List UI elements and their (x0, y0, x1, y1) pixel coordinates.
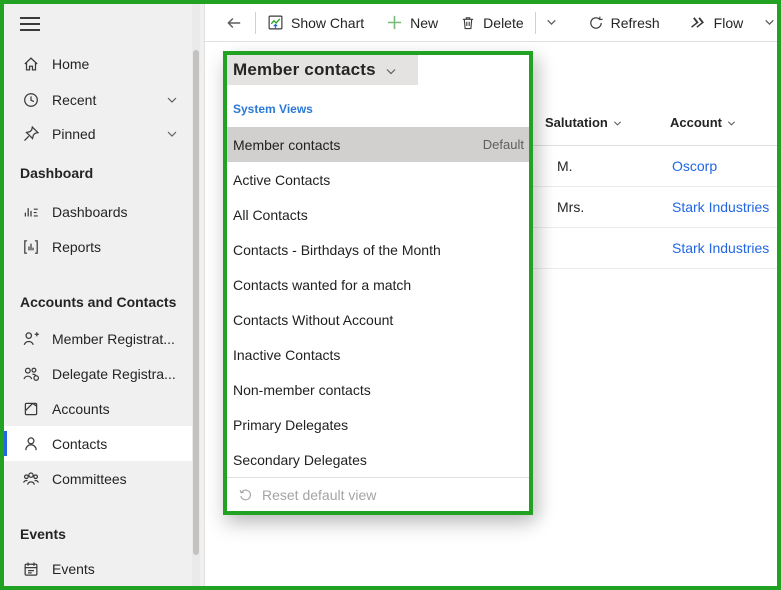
refresh-icon (588, 15, 604, 31)
flow-label: Flow (713, 14, 744, 31)
view-option-non-member[interactable]: Non-member contacts (227, 372, 529, 407)
flow-button[interactable]: Flow (679, 8, 755, 38)
column-chevron-icon (727, 119, 736, 128)
view-group-label: System Views (233, 102, 313, 116)
sidebar-section-dashboard: Dashboard (20, 165, 94, 181)
account-link[interactable]: Stark Industries (672, 240, 769, 256)
sidebar-item-label: Home (52, 55, 90, 72)
view-option-birthdays[interactable]: Contacts - Birthdays of the Month (227, 232, 529, 267)
view-option-active-contacts[interactable]: Active Contacts (227, 162, 529, 197)
view-selector-button[interactable]: Member contacts (227, 55, 418, 85)
chevron-down-icon[interactable] (166, 128, 178, 140)
view-selector-flyout: Member contacts System Views Member cont… (223, 51, 533, 515)
sidebar-item-events[interactable]: Events (4, 551, 194, 586)
view-list: System Views Member contacts Default Act… (227, 85, 529, 511)
view-chevron-icon (385, 66, 397, 78)
sidebar-item-label: Pinned (52, 125, 96, 142)
default-badge: Default (482, 137, 524, 152)
new-label: New (410, 14, 439, 31)
sidebar-item-recent[interactable]: Recent (4, 82, 194, 117)
salutation-cell: M. (557, 158, 573, 174)
flow-chevron-icon[interactable] (754, 16, 777, 29)
sidebar-item-label: Reports (52, 238, 102, 255)
trash-icon (460, 15, 476, 31)
person-add-icon (22, 330, 40, 348)
show-chart-button[interactable]: Show Chart (256, 8, 375, 38)
view-option-secondary-delegates[interactable]: Secondary Delegates (227, 442, 529, 477)
sidebar-item-label: Contacts (52, 435, 108, 452)
refresh-label: Refresh (610, 14, 660, 31)
plus-icon (386, 14, 403, 31)
back-button[interactable] (213, 8, 255, 38)
account-link[interactable]: Oscorp (672, 158, 717, 174)
sidebar-item-committees[interactable]: Committees (4, 461, 194, 496)
hamburger-menu-icon[interactable] (20, 17, 40, 33)
undo-icon (238, 487, 253, 502)
column-chevron-icon (613, 119, 622, 128)
sidebar-item-reports[interactable]: Reports (4, 229, 194, 264)
back-arrow-icon (225, 14, 243, 32)
table-row[interactable]: M. Oscorp (530, 146, 777, 187)
command-bar: Show Chart New Delete Refresh Flow (205, 4, 777, 42)
show-chart-icon (267, 14, 284, 31)
pin-icon (22, 125, 40, 143)
sidebar-item-home[interactable]: Home (4, 46, 194, 81)
sidebar-item-pinned[interactable]: Pinned (4, 116, 194, 151)
sidebar-item-delegate-registrations[interactable]: Delegate Registra... (4, 356, 194, 391)
sidebar-section-events: Events (20, 526, 66, 542)
sidebar-item-member-registrations[interactable]: Member Registrat... (4, 321, 194, 356)
dashboard-icon (22, 203, 40, 221)
accounts-icon (22, 400, 40, 418)
show-chart-label: Show Chart (291, 14, 365, 31)
view-option-wanted-match[interactable]: Contacts wanted for a match (227, 267, 529, 302)
people-icon (22, 470, 40, 488)
grid-header-row: Salutation Account (530, 100, 777, 146)
reset-default-view-label: Reset default view (262, 486, 377, 503)
sidebar-section-accounts-contacts: Accounts and Contacts (20, 294, 177, 310)
account-link[interactable]: Stark Industries (672, 199, 769, 215)
sidebar-item-accounts[interactable]: Accounts (4, 391, 194, 426)
table-row[interactable]: Mrs. Stark Industries (530, 187, 777, 228)
sidebar-item-label: Events (52, 560, 95, 577)
column-header-salutation[interactable]: Salutation (530, 115, 670, 130)
flow-icon (690, 14, 707, 31)
salutation-cell: Mrs. (557, 199, 585, 215)
sidebar-item-label: Recent (52, 91, 97, 108)
new-button[interactable]: New (375, 8, 449, 38)
report-icon (22, 238, 40, 256)
table-row[interactable]: Stark Industries (530, 228, 777, 269)
clock-icon (22, 91, 40, 109)
sidebar-item-label: Delegate Registra... (52, 365, 176, 382)
overflow-chevron-icon[interactable] (536, 16, 567, 29)
view-option-without-account[interactable]: Contacts Without Account (227, 302, 529, 337)
view-option-primary-delegates[interactable]: Primary Delegates (227, 407, 529, 442)
delete-label: Delete (483, 14, 524, 31)
sidebar-scrollbar-thumb[interactable] (193, 50, 199, 555)
view-option-member-contacts[interactable]: Member contacts Default (227, 127, 529, 162)
contacts-grid: Salutation Account M. Oscorp Mrs. Stark … (530, 43, 777, 586)
current-view-title: Member contacts (233, 60, 376, 79)
app-window: Home Recent Pinned Dashboard Dashboards … (0, 0, 781, 590)
people-settings-icon (22, 365, 40, 383)
view-option-all-contacts[interactable]: All Contacts (227, 197, 529, 232)
person-icon (22, 435, 40, 453)
sidebar-item-label: Committees (52, 470, 127, 487)
reset-default-view[interactable]: Reset default view (227, 477, 529, 511)
refresh-button[interactable]: Refresh (577, 8, 671, 38)
view-option-inactive-contacts[interactable]: Inactive Contacts (227, 337, 529, 372)
sidebar-item-label: Member Registrat... (52, 330, 175, 347)
sidebar-item-dashboards[interactable]: Dashboards (4, 194, 194, 229)
delete-button[interactable]: Delete (449, 8, 534, 38)
home-icon (22, 55, 40, 73)
calendar-icon (22, 560, 40, 578)
chevron-down-icon[interactable] (166, 94, 178, 106)
sidebar-item-contacts[interactable]: Contacts (4, 426, 194, 461)
sidebar-item-label: Accounts (52, 400, 110, 417)
sidebar-item-label: Dashboards (52, 203, 128, 220)
sidebar: Home Recent Pinned Dashboard Dashboards … (4, 4, 205, 586)
column-header-account[interactable]: Account (670, 115, 736, 130)
